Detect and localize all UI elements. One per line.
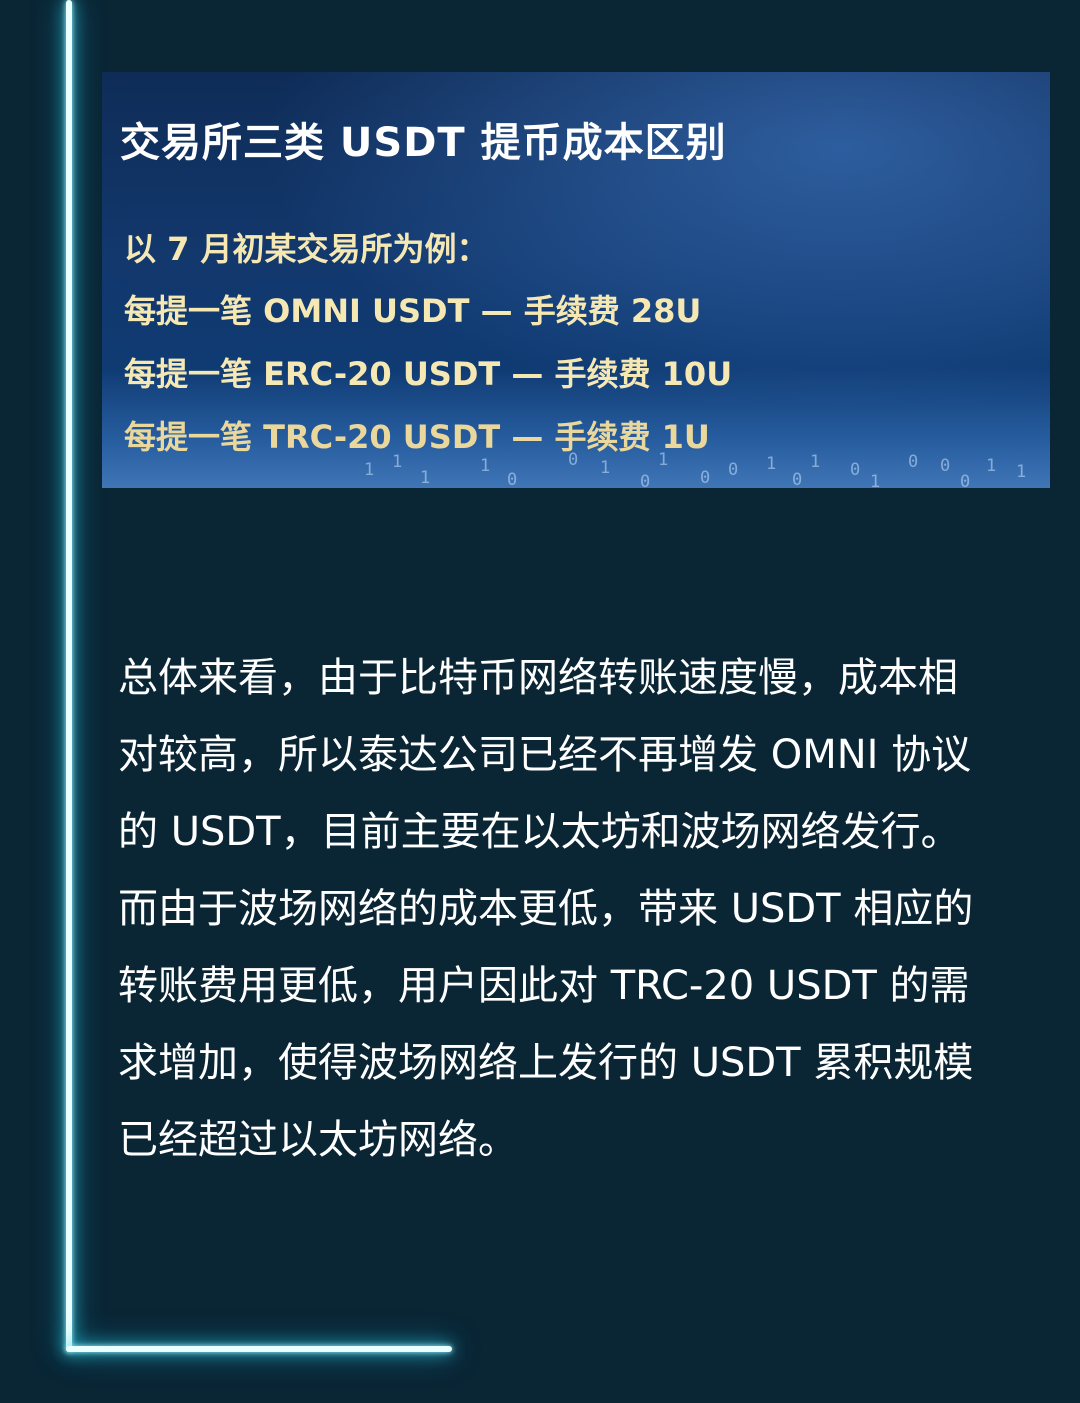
banner-title: 交易所三类 USDT 提币成本区别: [120, 120, 727, 166]
binary-digit: 1: [420, 468, 431, 488]
binary-digit: 1: [810, 452, 821, 472]
binary-digit: 1: [870, 472, 881, 488]
binary-digit: 0: [960, 472, 971, 488]
binary-digit: 0: [507, 470, 518, 488]
binary-digit: 1: [600, 458, 611, 478]
article-paragraph: 总体来看，由于比特币网络转账速度慢，成本相对较高，所以泰达公司已经不再增发 OM…: [118, 655, 974, 1163]
fee-line-omni: 每提一笔 OMNI USDT — 手续费 28U: [124, 292, 702, 330]
binary-digit: 1: [364, 460, 375, 480]
binary-digit: 1: [480, 456, 491, 476]
binary-digit: 0: [908, 452, 919, 472]
binary-digit: 0: [700, 468, 711, 488]
binary-digit: 0: [792, 470, 803, 488]
banner-intro: 以 7 月初某交易所为例：: [124, 230, 489, 268]
binary-digit: 0: [850, 460, 861, 480]
binary-digit: 0: [940, 456, 951, 476]
binary-digit: 0: [640, 472, 651, 488]
binary-digit: 1: [1016, 462, 1027, 482]
fee-line-erc20: 每提一笔 ERC-20 USDT — 手续费 10U: [124, 355, 733, 393]
binary-digit: 1: [766, 454, 777, 474]
decorative-glow-line-horizontal: [66, 1346, 452, 1352]
fee-comparison-banner: 1 1 1 1 0 0 1 0 1 0 0 1 0 1 0 1 0 0 0 1 …: [102, 72, 1050, 488]
binary-digit: 1: [986, 456, 997, 476]
fee-line-trc20: 每提一笔 TRC-20 USDT — 手续费 1U: [124, 418, 710, 456]
decorative-glow-line-vertical: [66, 0, 72, 1352]
binary-digit: 0: [728, 460, 739, 480]
